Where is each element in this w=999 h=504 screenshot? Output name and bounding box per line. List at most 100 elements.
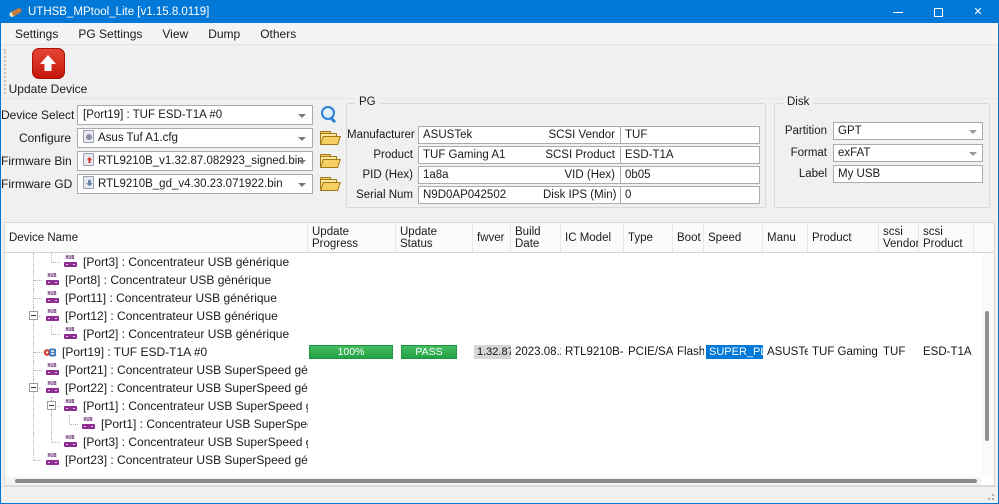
- table-row[interactable]: HUB[Port11] : Concentrateur USB génériqu…: [5, 289, 994, 307]
- titlebar: UTHSB_MPtool_Lite [v1.15.8.0119] ✕: [1, 1, 998, 23]
- usb-hub-icon: HUB: [62, 400, 78, 413]
- device-search-button[interactable]: [317, 103, 341, 125]
- product-cell: TUF Gaming A1: [808, 346, 879, 358]
- configure-combo[interactable]: Asus Tuf A1.cfg: [77, 128, 313, 148]
- build-date-cell: 2023.08.29: [511, 346, 561, 358]
- tree-collapse-icon[interactable]: [47, 401, 56, 410]
- table-row[interactable]: HUB[Port21] : Concentrateur USB SuperSpe…: [5, 361, 994, 379]
- manufacturer-label: Manufacturer: [347, 126, 413, 144]
- maximize-icon: [934, 8, 943, 17]
- format-combo[interactable]: exFAT: [833, 144, 983, 162]
- vid-field[interactable]: 0b05: [620, 166, 760, 184]
- app-window: UTHSB_MPtool_Lite [v1.15.8.0119] ✕ Setti…: [0, 0, 999, 504]
- usb-hub-icon: HUB: [44, 274, 60, 287]
- table-row[interactable]: HUB[Port22] : Concentrateur USB SuperSpe…: [5, 379, 994, 397]
- col-fwver[interactable]: fwver: [473, 223, 511, 252]
- firmware-gd-browse-button[interactable]: [317, 173, 341, 195]
- window-title: UTHSB_MPtool_Lite [v1.15.8.0119]: [28, 6, 209, 18]
- menu-settings[interactable]: Settings: [5, 24, 68, 44]
- table-row[interactable]: HUB[Port3] : Concentrateur USB SuperSpee…: [5, 433, 994, 451]
- resize-grip-icon[interactable]: [992, 498, 994, 500]
- col-speed[interactable]: Speed: [704, 223, 763, 252]
- tree-collapse-icon[interactable]: [29, 311, 38, 320]
- horizontal-scrollbar[interactable]: [5, 477, 981, 485]
- serial-num-label: Serial Num: [347, 186, 413, 204]
- ic-model-cell: RTL9210B-CG: [561, 346, 624, 358]
- chevron-down-icon: [298, 160, 306, 164]
- scsi-vendor-label: SCSI Vendor: [543, 126, 615, 144]
- menu-dump[interactable]: Dump: [198, 24, 250, 44]
- menu-others[interactable]: Others: [250, 24, 306, 44]
- device-select-combo[interactable]: [Port19] : TUF ESD-T1A #0: [77, 105, 313, 125]
- scsi-vendor-field[interactable]: TUF: [620, 126, 760, 144]
- product-label: Product: [347, 146, 413, 164]
- usb-hub-icon: HUB: [62, 328, 78, 341]
- table-row[interactable]: HUB[Port8] : Concentrateur USB générique: [5, 271, 994, 289]
- chevron-down-icon: [298, 114, 306, 118]
- col-ic-model[interactable]: IC Model: [561, 223, 624, 252]
- speed-badge: SUPER_PLUS: [706, 345, 763, 359]
- col-build-date[interactable]: Build Date: [511, 223, 561, 252]
- minimize-icon: [893, 12, 903, 13]
- status-badge: PASS: [401, 345, 457, 359]
- vertical-scrollbar[interactable]: [981, 253, 994, 477]
- format-label: Format: [775, 144, 827, 162]
- volume-label-field[interactable]: My USB: [833, 165, 983, 183]
- partition-combo[interactable]: GPT: [833, 122, 983, 140]
- usb-hub-icon: HUB: [62, 256, 78, 269]
- menu-view[interactable]: View: [152, 24, 198, 44]
- form-area: Device Select [Port19] : TUF ESD-T1A #0 …: [1, 99, 998, 214]
- col-type[interactable]: Type: [624, 223, 673, 252]
- table-row[interactable]: HUB[Port2] : Concentrateur USB générique: [5, 325, 994, 343]
- minimize-button[interactable]: [878, 1, 918, 23]
- table-row[interactable]: HUB[Port23] : Concentrateur USB SuperSpe…: [5, 451, 994, 469]
- usb-hub-icon: HUB: [62, 436, 78, 449]
- col-device-name[interactable]: Device Name: [5, 223, 308, 252]
- table-row[interactable]: HUB[Port1] : Concentrateur USB SuperSpee…: [5, 397, 994, 415]
- update-device-label: Update Device: [9, 82, 88, 96]
- firmware-gd-combo[interactable]: RTL9210B_gd_v4.30.23.071922.bin: [77, 174, 313, 194]
- app-icon: [8, 6, 21, 19]
- usb-hub-icon: HUB: [44, 310, 60, 323]
- table-row[interactable]: HUB[Port12] : Concentrateur USB génériqu…: [5, 307, 994, 325]
- update-device-button[interactable]: Update Device: [7, 45, 89, 98]
- usb-device-icon: [43, 346, 57, 359]
- firmware-file-icon: [83, 153, 94, 166]
- table-row[interactable]: HUB[Port1] : Concentrateur USB SuperSpee…: [5, 415, 994, 433]
- vertical-scrollbar-thumb[interactable]: [985, 311, 989, 441]
- firmware-gd-file-icon: [83, 176, 94, 189]
- chevron-down-icon: [298, 183, 306, 187]
- menubar: Settings PG Settings View Dump Others: [1, 23, 998, 45]
- fwver-badge: 1.32.87: [474, 345, 511, 359]
- close-button[interactable]: ✕: [958, 1, 998, 23]
- scsi-product-field[interactable]: ESD-T1A: [620, 146, 760, 164]
- tree-collapse-icon[interactable]: [29, 383, 38, 392]
- table-row[interactable]: HUB[Port3] : Concentrateur USB générique: [5, 253, 994, 271]
- disk-ips-field[interactable]: 0: [620, 186, 760, 204]
- col-update-status[interactable]: Update Status: [396, 223, 473, 252]
- disk-groupbox: Disk Partition GPT Format exFAT Label My…: [774, 103, 990, 208]
- firmware-bin-combo[interactable]: RTL9210B_v1.32.87.082923_signed.bin: [77, 151, 313, 171]
- chevron-down-icon: [969, 152, 977, 156]
- boot-cell: Flash: [673, 346, 704, 358]
- configure-label: Configure: [1, 128, 71, 148]
- col-scsi-vendor[interactable]: scsi Vendor: [879, 223, 919, 252]
- horizontal-scrollbar-thumb[interactable]: [15, 479, 977, 483]
- pg-group-title: PG: [355, 96, 380, 108]
- table-body: HUB[Port3] : Concentrateur USB générique…: [5, 253, 994, 485]
- col-scsi-product[interactable]: scsi Product: [919, 223, 974, 252]
- configure-browse-button[interactable]: [317, 127, 341, 149]
- col-manu[interactable]: Manu: [763, 223, 808, 252]
- firmware-bin-label: Firmware Bin: [1, 151, 71, 171]
- col-boot[interactable]: Boot: [673, 223, 704, 252]
- col-product[interactable]: Product: [808, 223, 879, 252]
- manu-cell: ASUSTek: [763, 346, 808, 358]
- table-row-device[interactable]: [Port19] : TUF ESD-T1A #0 100% PASS 1.32…: [5, 343, 994, 361]
- firmware-bin-browse-button[interactable]: [317, 150, 341, 172]
- menu-pg-settings[interactable]: PG Settings: [68, 24, 152, 44]
- scsi-vendor-cell: TUF: [879, 346, 919, 358]
- maximize-button[interactable]: [918, 1, 958, 23]
- partition-label: Partition: [775, 122, 827, 140]
- disk-group-title: Disk: [783, 96, 813, 108]
- col-update-progress[interactable]: Update Progress: [308, 223, 396, 252]
